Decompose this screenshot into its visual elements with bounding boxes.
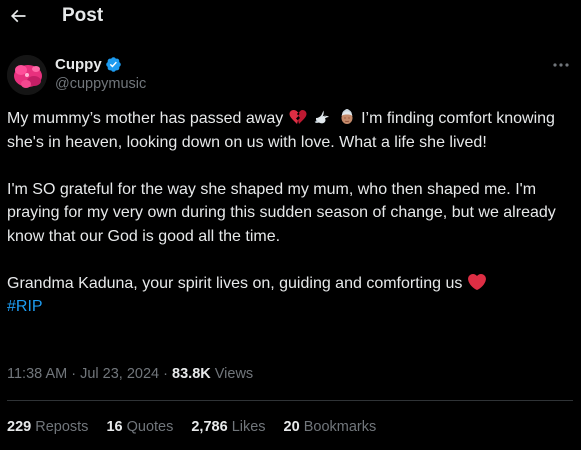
reposts-label: Reposts xyxy=(35,419,89,435)
tweet-date[interactable]: Jul 23, 2024 xyxy=(80,366,159,382)
quotes-label: Quotes xyxy=(126,419,174,435)
quotes-stat[interactable]: 16 Quotes xyxy=(106,419,173,435)
views-count: 83.8K xyxy=(172,366,211,382)
meta-separator: · xyxy=(71,366,77,382)
broken-heart-emoji-icon xyxy=(289,110,307,124)
post-header: Post xyxy=(0,0,581,32)
reposts-count: 229 xyxy=(7,419,32,435)
avatar-image xyxy=(7,55,47,95)
likes-stat[interactable]: 2,786 Likes xyxy=(191,419,265,435)
old-woman-emoji-icon xyxy=(341,109,353,124)
page-title: Post xyxy=(62,5,104,26)
reposts-stat[interactable]: 229 Reposts xyxy=(7,419,88,435)
quotes-count: 16 xyxy=(106,419,123,435)
tweet-meta: 11:38 AM · Jul 23, 2024 · 83.8K Views xyxy=(7,366,253,382)
back-button[interactable] xyxy=(8,6,28,26)
more-horizontal-icon xyxy=(553,63,569,67)
tweet-paragraph-1: My mummy’s mother has passed away I’m fi… xyxy=(7,107,573,154)
divider xyxy=(7,400,573,401)
bookmarks-label: Bookmarks xyxy=(303,419,377,435)
red-heart-emoji-icon xyxy=(467,273,486,290)
verified-badge-icon xyxy=(105,56,121,72)
views-label: Views xyxy=(214,366,254,382)
more-options-button[interactable] xyxy=(550,56,572,74)
dove-emoji-icon xyxy=(314,110,330,124)
hashtag-link[interactable]: #RIP xyxy=(7,298,43,315)
author-handle[interactable]: @cuppymusic xyxy=(55,76,146,92)
tweet-text: My mummy’s mother has passed away I’m fi… xyxy=(7,107,573,319)
arrow-left-icon xyxy=(10,9,26,23)
meta-separator-2: · xyxy=(163,366,168,382)
tweet-paragraph-2: I'm SO grateful for the way she shaped m… xyxy=(7,180,556,245)
bookmarks-count: 20 xyxy=(283,419,300,435)
engagement-stats: 229 Reposts 16 Quotes 2,786 Likes 20 Boo… xyxy=(7,419,376,435)
author-name-row: Cuppy xyxy=(55,54,122,74)
tweet-time[interactable]: 11:38 AM xyxy=(7,366,67,382)
display-name[interactable]: Cuppy xyxy=(55,56,102,73)
tweet-paragraph-3: Grandma Kaduna, your spirit lives on, gu… xyxy=(7,272,573,319)
bookmarks-stat[interactable]: 20 Bookmarks xyxy=(284,419,377,435)
tweet-para3-text: Grandma Kaduna, your spirit lives on, gu… xyxy=(7,274,463,292)
avatar[interactable] xyxy=(7,55,47,95)
tweet-line1-text: My mummy’s mother has passed away xyxy=(7,110,284,127)
likes-label: Likes xyxy=(231,419,266,435)
likes-count: 2,786 xyxy=(191,419,228,435)
